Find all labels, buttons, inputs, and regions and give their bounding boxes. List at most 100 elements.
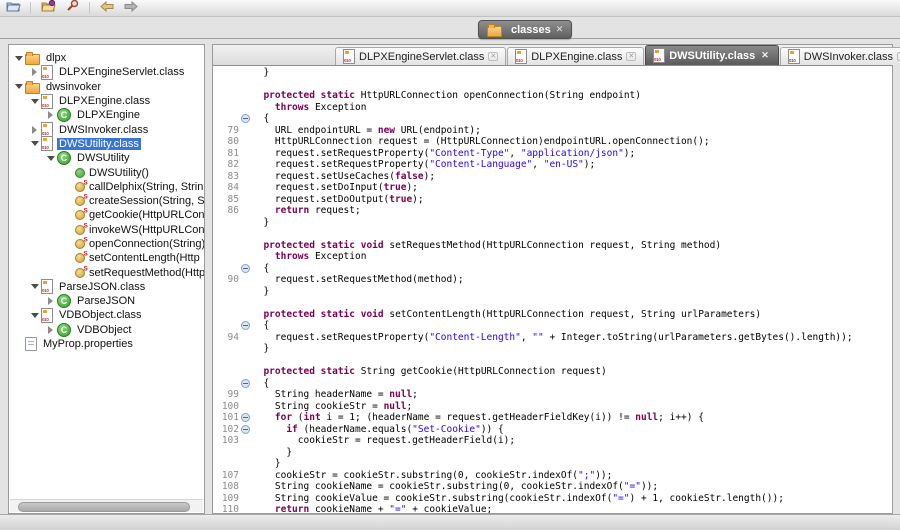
- fold-column: [239, 297, 252, 309]
- tree-item-label: MyProp.properties: [41, 338, 135, 350]
- code-editor[interactable]: } protected static HttpURLConnection ope…: [213, 66, 892, 513]
- forward-button[interactable]: [122, 1, 140, 15]
- line-number: [213, 113, 239, 125]
- tree-item-dlpxengine[interactable]: DLPXEngine: [9, 108, 204, 122]
- code-text: throws Exception: [252, 251, 366, 263]
- editor-tab-dwsinvoker-class[interactable]: DWSInvoker.class: [780, 47, 900, 65]
- code-text: request.setDoOutput(true);: [252, 194, 424, 206]
- fold-column: [239, 435, 252, 447]
- tree-item-createsession-string-st[interactable]: createSession(String, St: [9, 194, 204, 208]
- open-type-button[interactable]: [39, 1, 57, 15]
- line-number: 101: [213, 412, 239, 424]
- tree-item-dwsinvoker[interactable]: dwsinvoker: [9, 80, 204, 94]
- editor-tab-dwsutility-class[interactable]: DWSUtility.class: [645, 45, 779, 65]
- tree-item-dlpxengine-class[interactable]: DLPXEngine.class: [9, 94, 204, 108]
- code-text: }: [252, 343, 269, 355]
- expand-arrow-icon[interactable]: [28, 68, 41, 76]
- collapse-arrow-icon[interactable]: [28, 99, 41, 104]
- fold-marker-icon[interactable]: [241, 425, 250, 434]
- keyword-token: static: [321, 366, 355, 377]
- fold-marker-icon[interactable]: [241, 321, 250, 330]
- editor-tab-dlpxengine-class[interactable]: DLPXEngine.class: [507, 47, 644, 65]
- tree-item-vdbobject-class[interactable]: VDBObject.class: [9, 308, 204, 322]
- code-token: }: [252, 343, 269, 354]
- search-button[interactable]: [63, 1, 81, 15]
- tree-item-label: ParseJSON.class: [57, 281, 147, 293]
- line-number: [213, 90, 239, 102]
- line-number: [213, 251, 239, 263]
- tree-item-calldelphix-string-strin[interactable]: callDelphix(String, Strin: [9, 180, 204, 194]
- scrollbar-thumb[interactable]: [18, 502, 190, 512]
- expand-arrow-icon[interactable]: [44, 111, 57, 119]
- collapse-arrow-icon[interactable]: [28, 313, 41, 318]
- collapse-arrow-icon[interactable]: [44, 156, 57, 161]
- fold-column: [239, 343, 252, 355]
- code-text: protected static String getCookie(HttpUR…: [252, 366, 607, 378]
- keyword-token: new: [378, 125, 395, 136]
- tab-classes[interactable]: classes: [478, 20, 572, 39]
- expand-arrow-icon[interactable]: [28, 126, 41, 134]
- tree-item-vdbobject[interactable]: VDBObject: [9, 323, 204, 337]
- code-token: ,: [509, 148, 520, 159]
- keyword-token: protected: [263, 309, 314, 320]
- tree-item-setrequestmethod-http[interactable]: setRequestMethod(Http: [9, 265, 204, 279]
- code-token: );: [624, 148, 635, 159]
- tree-item-parsejson-class[interactable]: ParseJSON.class: [9, 280, 204, 294]
- tree-item-setcontentlength-http[interactable]: setContentLength(Http: [9, 251, 204, 265]
- code-token: [252, 240, 263, 251]
- code-token: Exception: [309, 102, 366, 113]
- string-token: "en-US": [544, 159, 584, 170]
- code-line: {: [213, 113, 892, 125]
- collapse-arrow-icon[interactable]: [12, 56, 25, 61]
- collapse-arrow-icon[interactable]: [28, 141, 41, 146]
- fold-column: [239, 481, 252, 493]
- code-line: 94 request.setRequestProperty("Content-L…: [213, 332, 892, 344]
- line-number: 107: [213, 470, 239, 482]
- code-token: HttpURLConnection openConnection(String …: [355, 90, 641, 101]
- static-icon: [75, 196, 85, 206]
- tree-item-parsejson[interactable]: ParseJSON: [9, 294, 204, 308]
- collapse-arrow-icon[interactable]: [28, 284, 41, 289]
- fold-marker-icon[interactable]: [241, 264, 250, 273]
- fold-marker-icon[interactable]: [241, 114, 250, 123]
- open-file-button[interactable]: [4, 1, 22, 15]
- close-icon[interactable]: [626, 52, 636, 61]
- code-token: [252, 504, 275, 513]
- editor-tab-dlpxengineservlet-class[interactable]: DLPXEngineServlet.class: [335, 47, 506, 65]
- line-number: 85: [213, 194, 239, 206]
- expand-arrow-icon[interactable]: [44, 326, 57, 334]
- code-line: {: [213, 378, 892, 390]
- fold-column: [239, 205, 252, 217]
- tree-item-myprop-properties[interactable]: MyProp.properties: [9, 337, 204, 351]
- line-number: 82: [213, 159, 239, 171]
- tree-item-invokews-httpurlconn[interactable]: invokeWS(HttpURLConn: [9, 223, 204, 237]
- tree-item-getcookie-httpurlcon[interactable]: getCookie(HttpURLCon: [9, 208, 204, 222]
- back-button[interactable]: [98, 1, 116, 15]
- tree-horizontal-scrollbar[interactable]: [10, 499, 203, 512]
- tree-item-dwsutility[interactable]: DWSUtility: [9, 151, 204, 165]
- code-token: request.setUseCaches(: [252, 171, 395, 182]
- tree-item-dwsutility[interactable]: DWSUtility(): [9, 165, 204, 179]
- tree-item-openconnection-string[interactable]: openConnection(String): [9, 237, 204, 251]
- collapse-arrow-icon[interactable]: [12, 84, 25, 89]
- classfile-icon: [515, 49, 527, 64]
- fold-marker-icon[interactable]: [241, 379, 250, 388]
- tree-item-dlpxengineservlet-class[interactable]: DLPXEngineServlet.class: [9, 65, 204, 79]
- close-icon[interactable]: [759, 50, 771, 61]
- tree-item-label: dwsinvoker: [44, 81, 103, 93]
- fold-column: [239, 447, 252, 459]
- fold-column: [239, 263, 252, 275]
- tree-item-label: DLPXEngineServlet.class: [57, 66, 186, 78]
- static-icon: [75, 239, 85, 249]
- line-number: [213, 320, 239, 332]
- code-text: request.setRequestMethod(method);: [252, 274, 464, 286]
- tree-item-dwsinvoker-class[interactable]: DWSInvoker.class: [9, 122, 204, 136]
- close-icon[interactable]: [488, 52, 498, 61]
- fold-marker-icon[interactable]: [241, 413, 250, 422]
- code-line: }: [213, 447, 892, 459]
- tree-item-dwsutility-class[interactable]: DWSUtility.class: [9, 137, 204, 151]
- tree-item-dlpx[interactable]: dlpx: [9, 51, 204, 65]
- expand-arrow-icon[interactable]: [44, 297, 57, 305]
- close-icon[interactable]: [556, 25, 564, 34]
- code-token: ));: [595, 470, 612, 481]
